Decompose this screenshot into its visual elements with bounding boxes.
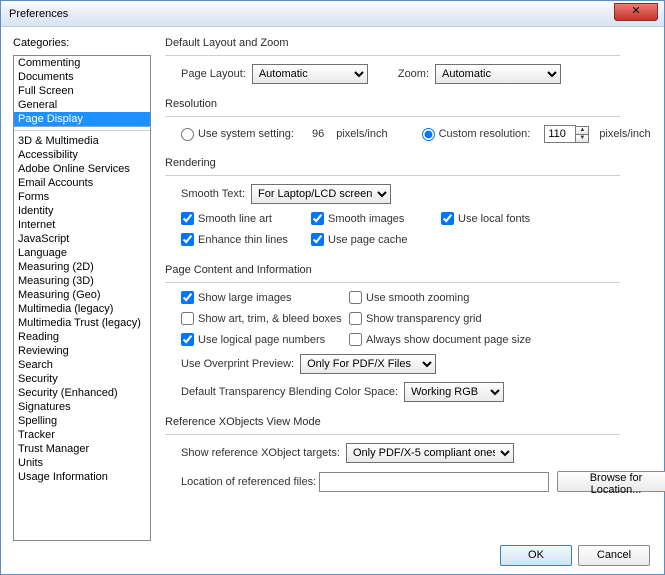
category-item[interactable]: Language xyxy=(14,246,150,260)
ok-button[interactable]: OK xyxy=(500,545,572,566)
smooth-line-art-label: Smooth line art xyxy=(198,213,272,225)
category-item[interactable]: Internet xyxy=(14,218,150,232)
local-fonts-label: Use local fonts xyxy=(458,213,530,225)
use-system-label: Use system setting: xyxy=(198,128,294,140)
page-layout-label: Page Layout: xyxy=(181,68,246,80)
overprint-select[interactable]: Only For PDF/X Files xyxy=(300,354,436,374)
category-item[interactable]: Documents xyxy=(14,70,150,84)
category-item[interactable]: Adobe Online Services xyxy=(14,162,150,176)
category-item[interactable]: Measuring (Geo) xyxy=(14,288,150,302)
zoom-label: Zoom: xyxy=(398,68,429,80)
group-xobjects: Reference XObjects View Mode xyxy=(165,416,665,428)
browse-button[interactable]: Browse for Location... xyxy=(557,471,665,492)
divider xyxy=(14,130,150,131)
custom-res-input[interactable] xyxy=(544,125,576,143)
category-item[interactable]: 3D & Multimedia xyxy=(14,134,150,148)
category-item[interactable]: Security (Enhanced) xyxy=(14,386,150,400)
xobject-target-select[interactable]: Only PDF/X-5 compliant ones xyxy=(346,443,514,463)
categories-header: Categories: xyxy=(13,37,151,49)
ref-files-input[interactable] xyxy=(319,472,549,492)
enhance-thin-checkbox[interactable] xyxy=(181,233,194,246)
bleed-boxes-label: Show art, trim, & bleed boxes xyxy=(198,313,342,325)
doc-size-checkbox[interactable] xyxy=(349,333,362,346)
large-images-label: Show large images xyxy=(198,292,292,304)
blendspace-select[interactable]: Working RGB xyxy=(404,382,504,402)
category-item[interactable]: Tracker xyxy=(14,428,150,442)
page-cache-label: Use page cache xyxy=(328,234,408,246)
close-button[interactable]: ✕ xyxy=(614,3,658,21)
smooth-text-label: Smooth Text: xyxy=(181,188,245,200)
logical-pages-label: Use logical page numbers xyxy=(198,334,325,346)
divider xyxy=(165,175,620,176)
category-item[interactable]: General xyxy=(14,98,150,112)
category-item[interactable]: Accessibility xyxy=(14,148,150,162)
category-item[interactable]: Measuring (3D) xyxy=(14,274,150,288)
category-item[interactable]: Full Screen xyxy=(14,84,150,98)
trans-grid-label: Show transparency grid xyxy=(366,313,482,325)
doc-size-label: Always show document page size xyxy=(366,334,531,346)
category-item[interactable]: Security xyxy=(14,372,150,386)
category-item[interactable]: Reading xyxy=(14,330,150,344)
window-title: Preferences xyxy=(9,8,68,20)
xobject-target-label: Show reference XObject targets: xyxy=(181,447,340,459)
category-item[interactable]: Multimedia Trust (legacy) xyxy=(14,316,150,330)
titlebar: Preferences ✕ xyxy=(1,1,664,27)
system-dpi-units: pixels/inch xyxy=(336,128,387,140)
divider xyxy=(165,55,620,56)
category-item[interactable]: Search xyxy=(14,358,150,372)
category-item[interactable]: JavaScript xyxy=(14,232,150,246)
divider xyxy=(165,434,620,435)
custom-dpi-units: pixels/inch xyxy=(599,128,650,140)
use-system-radio[interactable] xyxy=(181,128,194,141)
category-item[interactable]: Page Display xyxy=(14,112,150,127)
category-item[interactable]: Units xyxy=(14,456,150,470)
category-item[interactable]: Multimedia (legacy) xyxy=(14,302,150,316)
smooth-line-art-checkbox[interactable] xyxy=(181,212,194,225)
spinner-down-icon[interactable]: ▼ xyxy=(575,134,589,143)
group-resolution: Resolution xyxy=(165,98,665,110)
ref-files-label: Location of referenced files: xyxy=(181,476,319,488)
category-item[interactable]: Usage Information xyxy=(14,470,150,484)
smooth-images-label: Smooth images xyxy=(328,213,404,225)
category-item[interactable]: Identity xyxy=(14,204,150,218)
categories-list[interactable]: CommentingDocumentsFull ScreenGeneralPag… xyxy=(13,55,151,541)
custom-res-radio[interactable] xyxy=(422,128,435,141)
smooth-zoom-label: Use smooth zooming xyxy=(366,292,469,304)
zoom-select[interactable]: Automatic xyxy=(435,64,561,84)
enhance-thin-label: Enhance thin lines xyxy=(198,234,288,246)
bleed-boxes-checkbox[interactable] xyxy=(181,312,194,325)
page-cache-checkbox[interactable] xyxy=(311,233,324,246)
system-dpi-value: 96 xyxy=(312,128,324,140)
category-item[interactable]: Trust Manager xyxy=(14,442,150,456)
divider xyxy=(165,282,620,283)
close-icon: ✕ xyxy=(631,5,640,17)
smooth-text-select[interactable]: For Laptop/LCD screens xyxy=(251,184,391,204)
group-layout-zoom: Default Layout and Zoom xyxy=(165,37,665,49)
group-rendering: Rendering xyxy=(165,157,665,169)
category-item[interactable]: Spelling xyxy=(14,414,150,428)
logical-pages-checkbox[interactable] xyxy=(181,333,194,346)
category-item[interactable]: Email Accounts xyxy=(14,176,150,190)
blendspace-label: Default Transparency Blending Color Spac… xyxy=(181,386,398,398)
category-item[interactable]: Reviewing xyxy=(14,344,150,358)
trans-grid-checkbox[interactable] xyxy=(349,312,362,325)
category-item[interactable]: Commenting xyxy=(14,56,150,70)
cancel-button[interactable]: Cancel xyxy=(578,545,650,566)
local-fonts-checkbox[interactable] xyxy=(441,212,454,225)
smooth-zoom-checkbox[interactable] xyxy=(349,291,362,304)
category-item[interactable]: Forms xyxy=(14,190,150,204)
dialog-footer: OK Cancel xyxy=(1,536,664,574)
overprint-label: Use Overprint Preview: xyxy=(181,358,294,370)
category-item[interactable]: Signatures xyxy=(14,400,150,414)
large-images-checkbox[interactable] xyxy=(181,291,194,304)
page-layout-select[interactable]: Automatic xyxy=(252,64,368,84)
group-page-content: Page Content and Information xyxy=(165,264,665,276)
category-item[interactable]: Measuring (2D) xyxy=(14,260,150,274)
divider xyxy=(165,116,620,117)
smooth-images-checkbox[interactable] xyxy=(311,212,324,225)
custom-res-label: Custom resolution: xyxy=(439,128,531,140)
